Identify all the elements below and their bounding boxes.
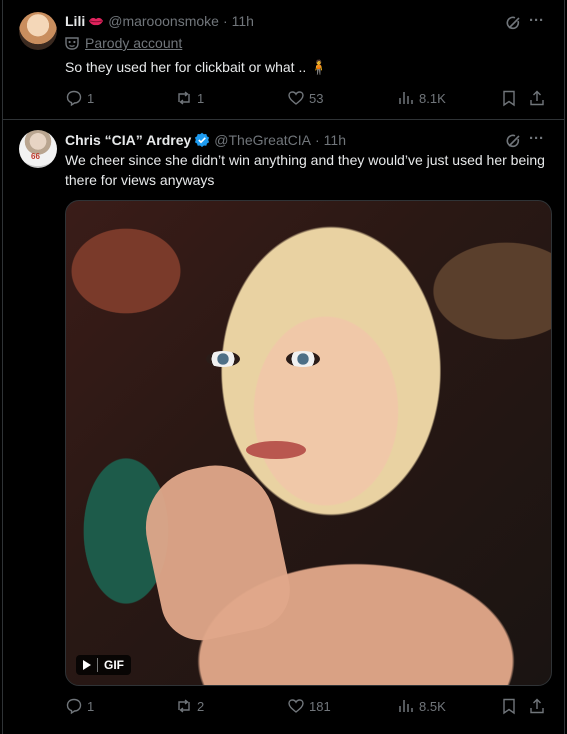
bookmark-button[interactable] xyxy=(500,89,518,107)
avatar[interactable] xyxy=(19,12,57,50)
grok-icon[interactable] xyxy=(506,15,522,31)
display-name[interactable]: Lili xyxy=(65,13,85,29)
tweet-actions: 1 1 53 8.1K xyxy=(65,88,548,108)
reply-button[interactable]: 1 xyxy=(65,697,94,715)
bookmark-button[interactable] xyxy=(500,697,518,715)
views-icon xyxy=(399,700,413,712)
heart-icon xyxy=(288,699,304,713)
share-icon xyxy=(530,698,544,714)
bookmark-icon xyxy=(503,698,515,715)
views-button[interactable]: 8.1K xyxy=(397,89,446,107)
separator-dot: · xyxy=(222,13,228,29)
like-button[interactable]: 53 xyxy=(287,89,323,107)
like-button[interactable]: 181 xyxy=(287,697,331,715)
more-icon[interactable]: ··· xyxy=(529,13,547,31)
repost-button[interactable]: 2 xyxy=(175,697,204,715)
like-count: 53 xyxy=(309,90,324,106)
tweet-text: We cheer since she didn’t win anything a… xyxy=(65,152,545,188)
view-count: 8.5K xyxy=(419,698,446,714)
timestamp[interactable]: 11h xyxy=(324,132,346,148)
heart-icon xyxy=(288,91,304,105)
share-button[interactable] xyxy=(528,89,546,107)
mask-icon xyxy=(65,37,79,50)
repost-icon xyxy=(178,91,190,105)
share-icon xyxy=(530,90,544,106)
tweet-actions: 1 2 181 8.5K xyxy=(65,696,548,716)
lips-emoji-icon xyxy=(89,17,104,26)
reply-icon xyxy=(66,698,82,715)
play-icon xyxy=(83,660,91,670)
media-lips xyxy=(246,441,306,459)
reply-count: 1 xyxy=(87,698,95,714)
views-button[interactable]: 8.5K xyxy=(397,697,446,715)
grok-icon[interactable] xyxy=(506,133,522,149)
avatar[interactable]: 66 xyxy=(19,130,57,168)
tweet-text: So they used her for clickbait or what .… xyxy=(65,59,328,75)
tweet-header: Chris “CIA” Ardrey @TheGreatCIA · 11h xyxy=(65,132,346,148)
gif-badge[interactable]: GIF xyxy=(76,655,131,675)
gif-label: GIF xyxy=(104,658,124,672)
repost-button[interactable]: 1 xyxy=(175,89,204,107)
timestamp[interactable]: 11h xyxy=(232,13,254,29)
parody-badge[interactable]: Parody account xyxy=(65,35,182,51)
media-face xyxy=(206,351,406,381)
views-icon xyxy=(399,92,413,104)
tweet[interactable]: 66 Chris “CIA” Ardrey @TheGreatCIA · 11h… xyxy=(3,120,564,734)
like-count: 181 xyxy=(309,698,331,714)
verified-badge-icon[interactable] xyxy=(194,132,210,148)
tweet[interactable]: Lili @marooonsmoke · 11h Parody account … xyxy=(3,0,564,120)
view-count: 8.1K xyxy=(419,90,446,106)
tweet-header: Lili @marooonsmoke · 11h xyxy=(65,13,254,29)
parody-label: Parody account xyxy=(85,35,183,51)
gif-media[interactable]: GIF xyxy=(65,200,552,686)
reply-button[interactable]: 1 xyxy=(65,89,94,107)
user-handle[interactable]: @TheGreatCIA xyxy=(214,132,311,148)
reply-count: 1 xyxy=(87,90,95,106)
repost-count: 1 xyxy=(197,90,205,106)
repost-count: 2 xyxy=(197,698,205,714)
separator-dot: · xyxy=(314,132,320,148)
reply-icon xyxy=(66,90,82,107)
more-icon[interactable]: ··· xyxy=(529,131,547,149)
repost-icon xyxy=(178,699,190,713)
media-hands xyxy=(134,454,298,648)
display-name[interactable]: Chris “CIA” Ardrey xyxy=(65,132,191,148)
user-handle[interactable]: @marooonsmoke xyxy=(108,13,219,29)
bookmark-icon xyxy=(503,90,515,107)
timeline: Lili @marooonsmoke · 11h Parody account … xyxy=(2,0,565,734)
share-button[interactable] xyxy=(528,697,546,715)
